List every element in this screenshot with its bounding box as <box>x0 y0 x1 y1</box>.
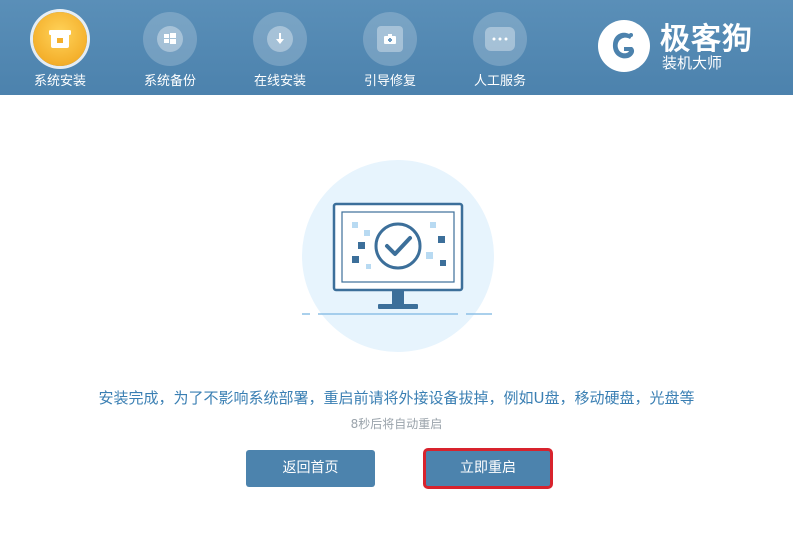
nav-item-human-service[interactable]: 人工服务 <box>450 0 550 95</box>
chat-icon <box>473 12 527 66</box>
windows-backup-icon <box>143 12 197 66</box>
nav-label-boot-repair: 引导修复 <box>363 74 416 89</box>
g-dog-logo-icon <box>598 20 650 72</box>
toolbox-icon <box>363 12 417 66</box>
nav-item-online-install[interactable]: 在线安装 <box>230 0 330 95</box>
install-complete-illustration <box>302 160 494 352</box>
nav-label-human-service: 人工服务 <box>473 74 526 89</box>
nav-label-system-backup: 系统备份 <box>143 74 196 89</box>
monitor-check-icon <box>302 202 492 315</box>
nav-label-online-install: 在线安装 <box>253 74 306 89</box>
nav-item-system-install[interactable]: 系统安装 <box>10 0 110 95</box>
nav-item-system-backup[interactable]: 系统备份 <box>120 0 220 95</box>
restart-now-button[interactable]: 立即重启 <box>423 448 553 489</box>
brand-subtitle: 装机大师 <box>662 54 723 72</box>
restart-countdown: 8秒后将自动重启 <box>350 417 443 431</box>
download-icon <box>253 12 307 66</box>
completion-message: 安装完成，为了不影响系统部署，重启前请将外接设备拔掉，例如U盘，移动硬盘，光盘等 <box>98 389 695 407</box>
top-navigation-bar: 系统安装 系统备份 在线安装 引导修复 人工服务 极客狗 装机大师 <box>0 0 793 95</box>
nav-label-system-install: 系统安装 <box>33 74 86 89</box>
box-icon <box>33 12 87 66</box>
nav-item-boot-repair[interactable]: 引导修复 <box>340 0 440 95</box>
installer-window: 系统安装 系统备份 在线安装 引导修复 人工服务 极客狗 装机大师 安装完成，为… <box>0 0 793 544</box>
back-home-button[interactable]: 返回首页 <box>246 450 375 487</box>
